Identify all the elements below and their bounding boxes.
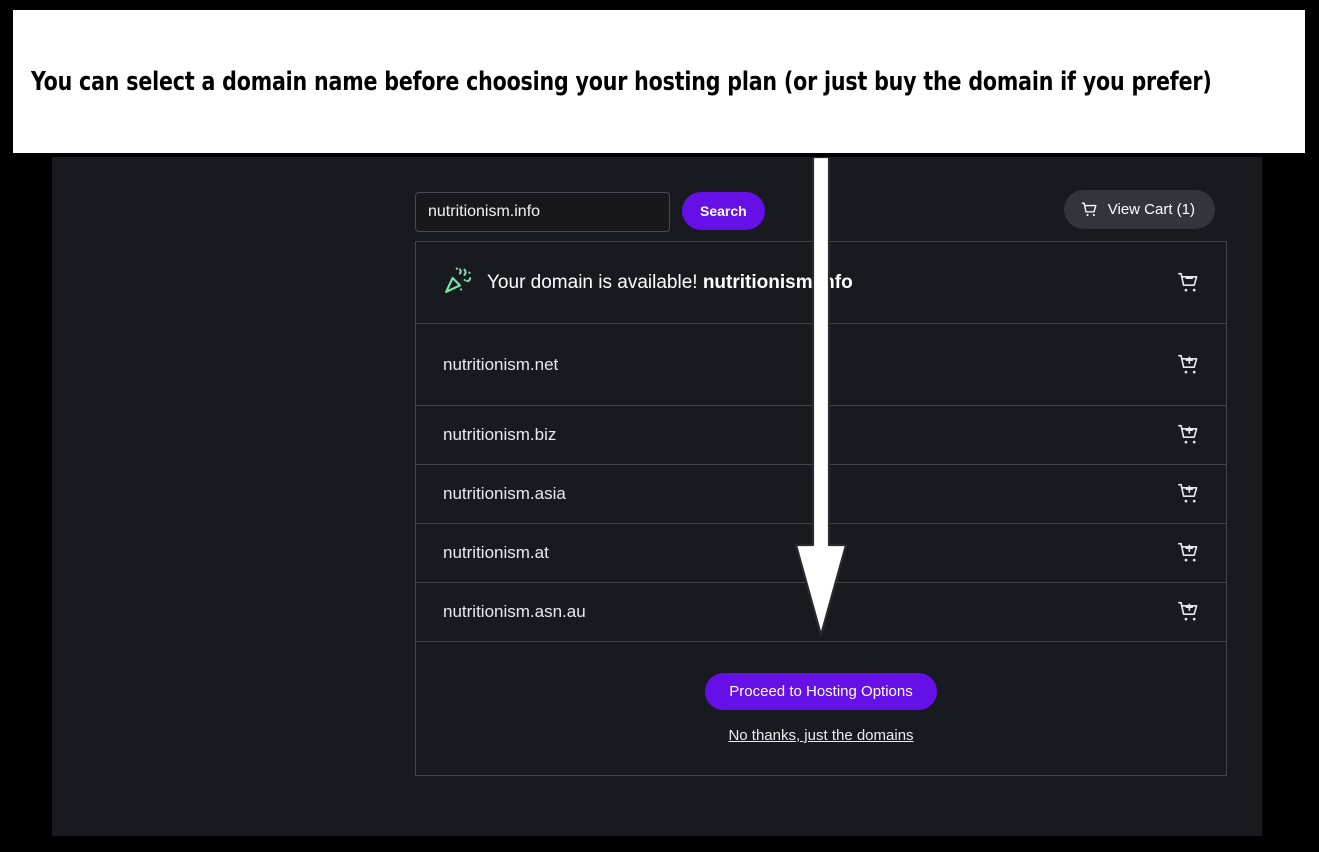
available-message: Your domain is available! nutritionism.i… [487, 272, 853, 294]
available-domain-row[interactable]: Your domain is available! nutritionism.i… [416, 242, 1226, 324]
suggestion-domain-name: nutritionism.asn.au [443, 602, 586, 621]
annotation-banner: You can select a domain name before choo… [13, 10, 1305, 153]
cart-plus-icon-button[interactable] [1176, 540, 1202, 566]
suggestion-rows: nutritionism.net nutritionism.biz nutritio… [416, 324, 1226, 642]
shopping-cart-icon [1080, 200, 1099, 219]
annotation-text: You can select a domain name before choo… [31, 66, 1212, 97]
cart-plus-icon-button[interactable] [1176, 599, 1202, 625]
suggestion-row[interactable]: nutritionism.at [416, 524, 1226, 583]
search-toolbar: Search View Cart (1) [415, 173, 1227, 237]
cart-plus-icon-button[interactable] [1176, 481, 1202, 507]
cart-plus-icon-button[interactable] [1176, 422, 1202, 448]
domain-search-page: Search View Cart (1) [52, 157, 1262, 836]
suggestion-domain-name: nutritionism.asia [443, 484, 566, 503]
available-domain-name: nutritionism.info [702, 271, 853, 293]
party-popper-icon [443, 265, 473, 300]
suggestion-row[interactable]: nutritionism.net [416, 324, 1226, 406]
suggestion-row[interactable]: nutritionism.asia [416, 465, 1226, 524]
view-cart-button[interactable]: View Cart (1) [1063, 190, 1215, 229]
suggestion-row[interactable]: nutritionism.biz [416, 406, 1226, 465]
available-message-text: Your domain is available! [487, 271, 698, 293]
card-footer: Proceed to Hosting Options No thanks, ju… [416, 642, 1226, 775]
no-thanks-just-domains-link[interactable]: No thanks, just the domains [728, 727, 913, 744]
cart-plus-icon-button[interactable] [1176, 352, 1202, 378]
domain-search-input[interactable] [415, 192, 670, 232]
search-button[interactable]: Search [682, 192, 765, 230]
suggestion-domain-name: nutritionism.at [443, 543, 549, 562]
view-cart-label: View Cart (1) [1107, 201, 1195, 218]
domain-results-card: Your domain is available! nutritionism.i… [415, 241, 1227, 776]
suggestion-row[interactable]: nutritionism.asn.au [416, 583, 1226, 642]
cart-minus-icon-button[interactable] [1176, 270, 1202, 296]
suggestion-domain-name: nutritionism.biz [443, 425, 557, 444]
proceed-to-hosting-button[interactable]: Proceed to Hosting Options [705, 673, 937, 710]
suggestion-domain-name: nutritionism.net [443, 354, 559, 374]
